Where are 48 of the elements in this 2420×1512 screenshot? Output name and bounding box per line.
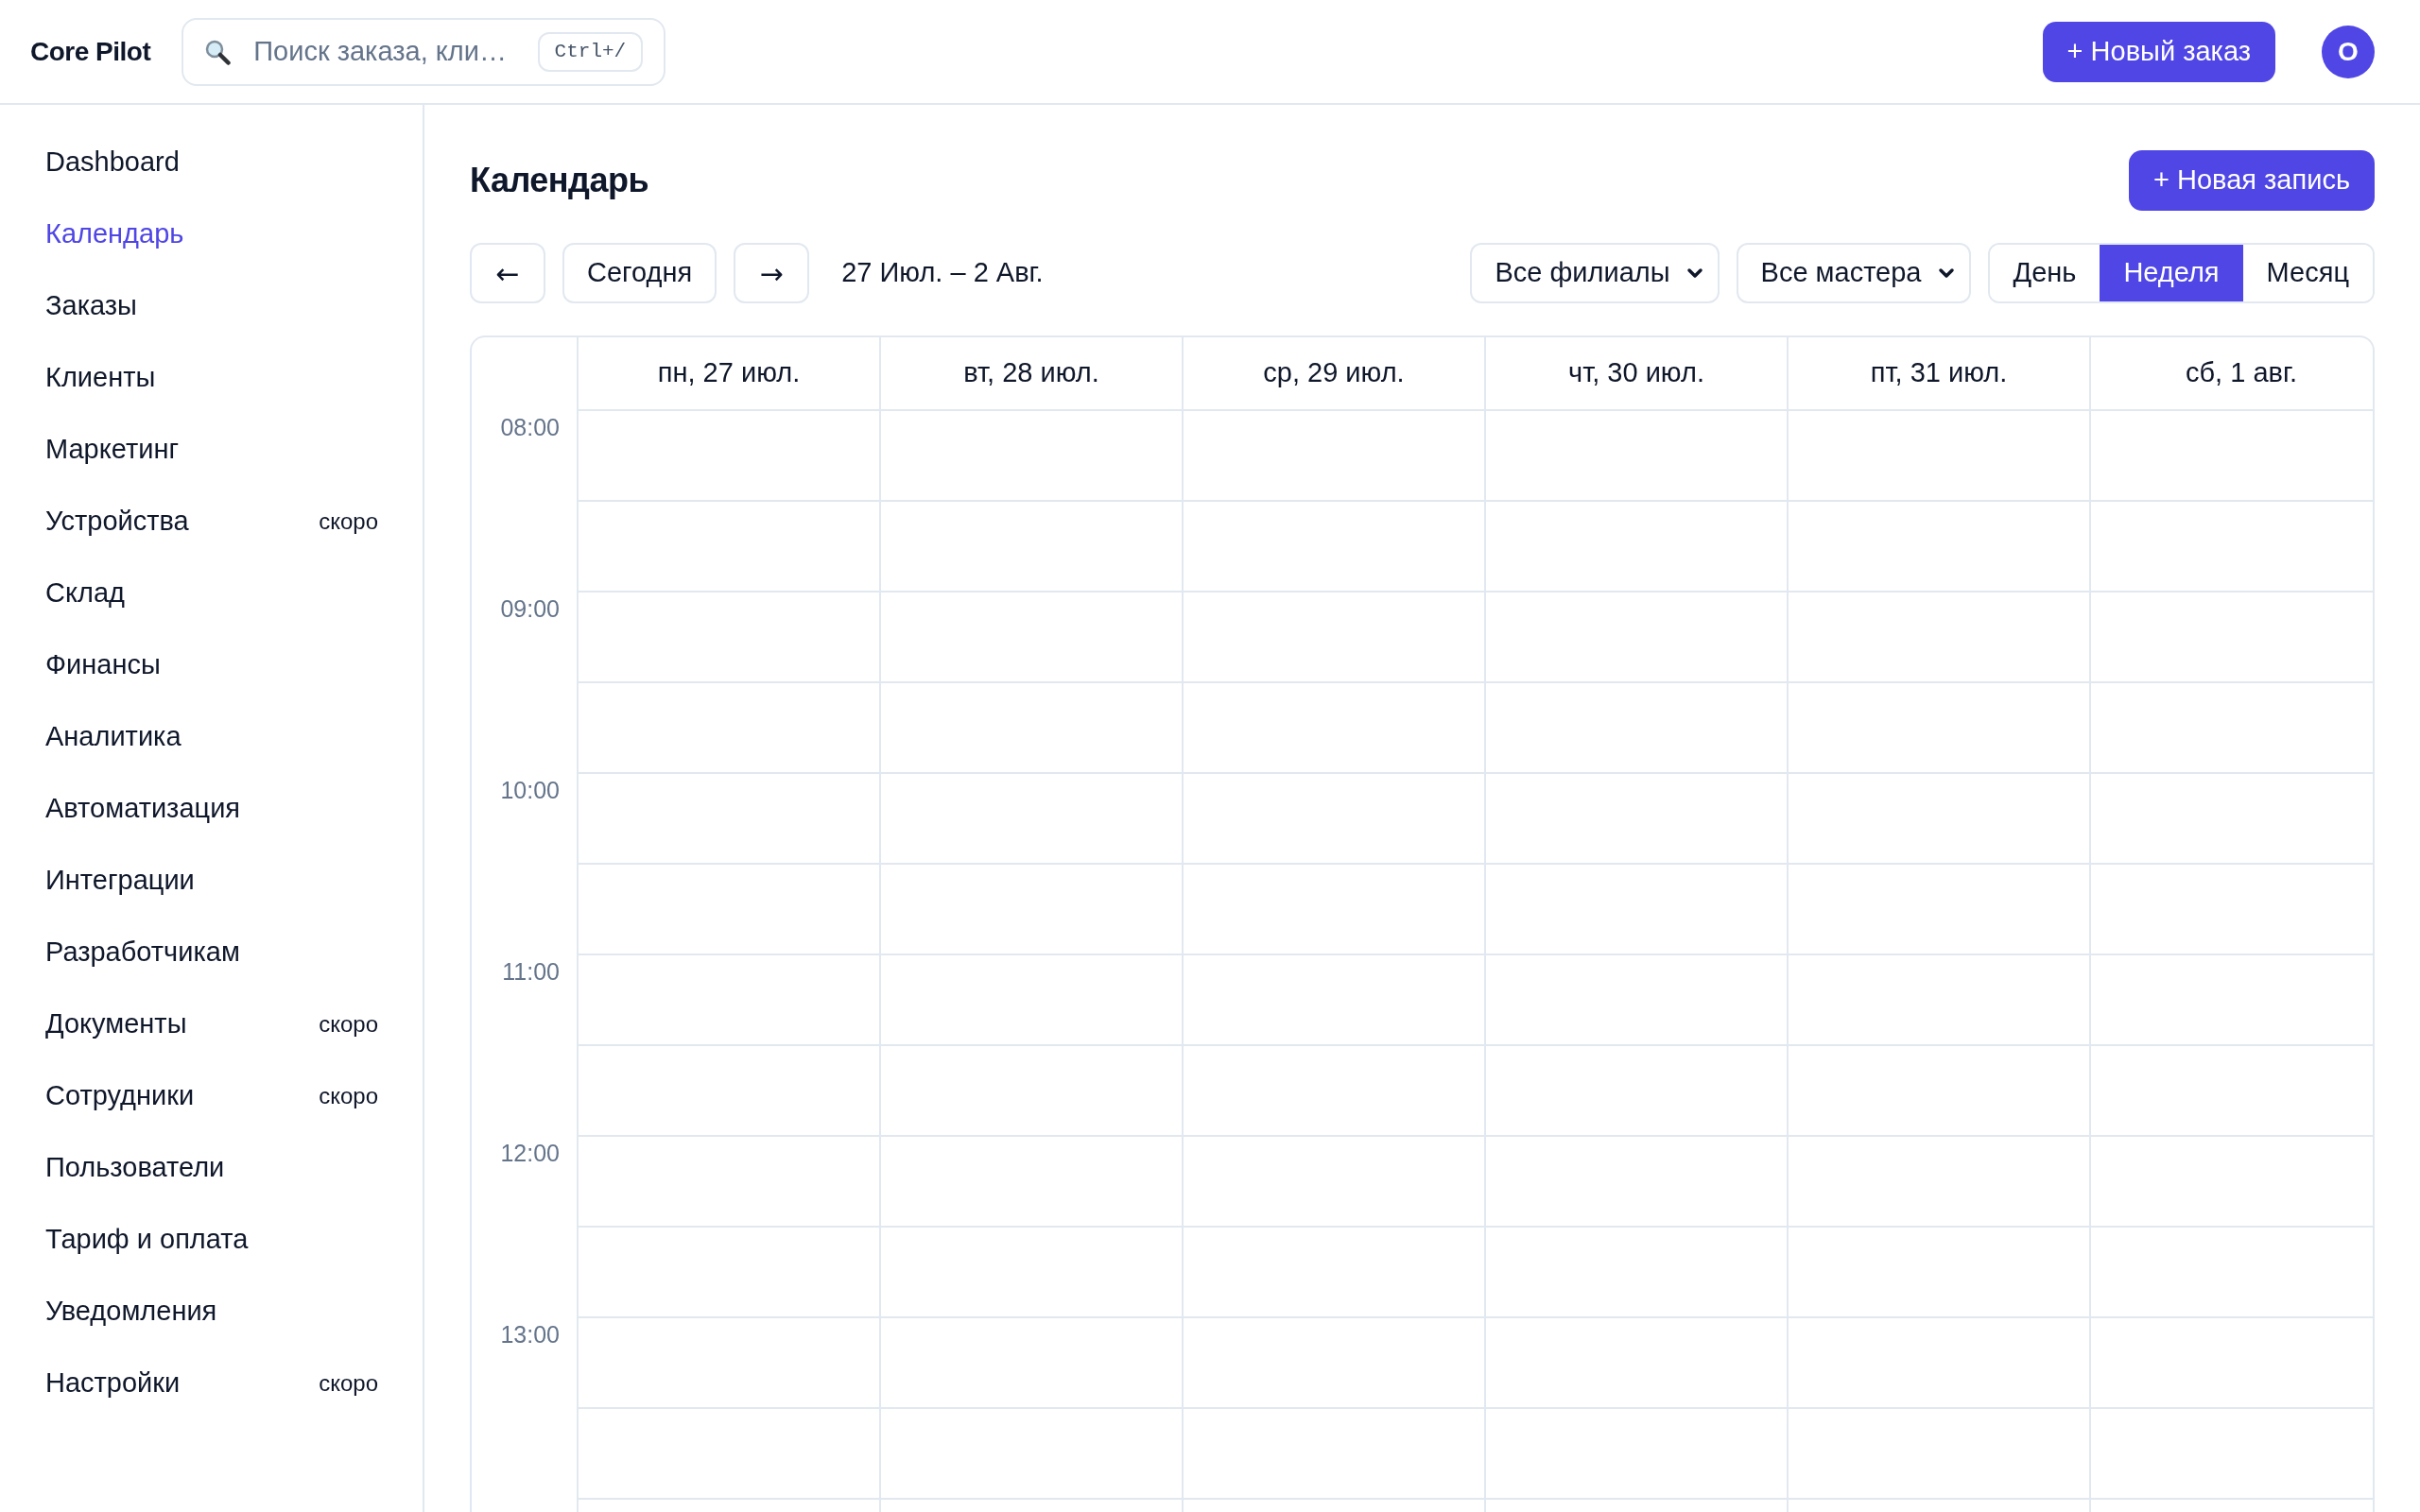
sidebar-item[interactable]: Сотрудники скоро (0, 1060, 423, 1132)
sidebar-item[interactable]: Маркетинг (0, 414, 423, 486)
avatar[interactable]: O (2322, 25, 2375, 78)
sidebar-item[interactable]: Интеграции (0, 845, 423, 917)
time-label: 12:00 (500, 1140, 560, 1166)
day-header: вт, 28 июл. (963, 356, 1099, 390)
filter-select[interactable]: Все филиалы (1470, 243, 1720, 303)
filter-select[interactable]: Все мастера (1736, 243, 1971, 303)
soon-label: скоро (319, 507, 378, 536)
soon-label: скоро (319, 1010, 378, 1039)
sidebar-item[interactable]: Календарь (0, 198, 423, 270)
time-label: 09:00 (500, 595, 560, 622)
day-header: сб, 1 авг. (2185, 356, 2297, 390)
sidebar-item[interactable]: Автоматизация (0, 773, 423, 845)
sidebar-item[interactable]: Разработчикам (0, 917, 423, 988)
sidebar-item[interactable]: Настройки скоро (0, 1348, 423, 1419)
shortcut-hint: Ctrl+/ (537, 31, 644, 72)
sidebar-item[interactable]: Dashboard (0, 127, 423, 198)
previous-week-button[interactable]: ← (470, 243, 545, 303)
view-tab[interactable]: Неделя (2100, 245, 2243, 301)
new-order-button[interactable]: + Новый заказ (2042, 21, 2275, 82)
time-label: 10:00 (500, 777, 560, 803)
sidebar-item[interactable]: Уведомления (0, 1276, 423, 1348)
time-label: 08:00 (500, 414, 560, 440)
sidebar-item[interactable]: Устройства скоро (0, 486, 423, 558)
soon-label: скоро (319, 1082, 378, 1110)
app-logo: Core Pilot (30, 35, 151, 68)
today-button[interactable]: Сегодня (562, 243, 717, 303)
sidebar-item[interactable]: Документы скоро (0, 988, 423, 1060)
sidebar-item[interactable]: Клиенты (0, 342, 423, 414)
sidebar-item[interactable]: Пользователи (0, 1132, 423, 1204)
soon-label: скоро (319, 1369, 378, 1398)
day-header: пт, 31 июл. (1870, 356, 2008, 390)
next-week-button[interactable]: → (734, 243, 810, 303)
new-entry-button[interactable]: + Новая запись (2129, 150, 2375, 211)
day-header: пн, 27 июл. (657, 356, 801, 390)
sidebar-item[interactable]: Склад (0, 558, 423, 629)
sidebar-item[interactable]: Финансы (0, 629, 423, 701)
sidebar-item[interactable]: Заказы (0, 270, 423, 342)
date-range: 27 Июл. – 2 Авг. (841, 256, 1044, 290)
day-header: чт, 30 июл. (1568, 356, 1704, 390)
sidebar-item[interactable]: Аналитика (0, 701, 423, 773)
day-header: ср, 29 июл. (1263, 356, 1405, 390)
time-label: 11:00 (502, 958, 560, 985)
time-label: 13:00 (500, 1321, 560, 1348)
page-title: Календарь (470, 160, 649, 201)
sidebar-item[interactable]: Тариф и оплата (0, 1204, 423, 1276)
search-icon (204, 38, 232, 65)
